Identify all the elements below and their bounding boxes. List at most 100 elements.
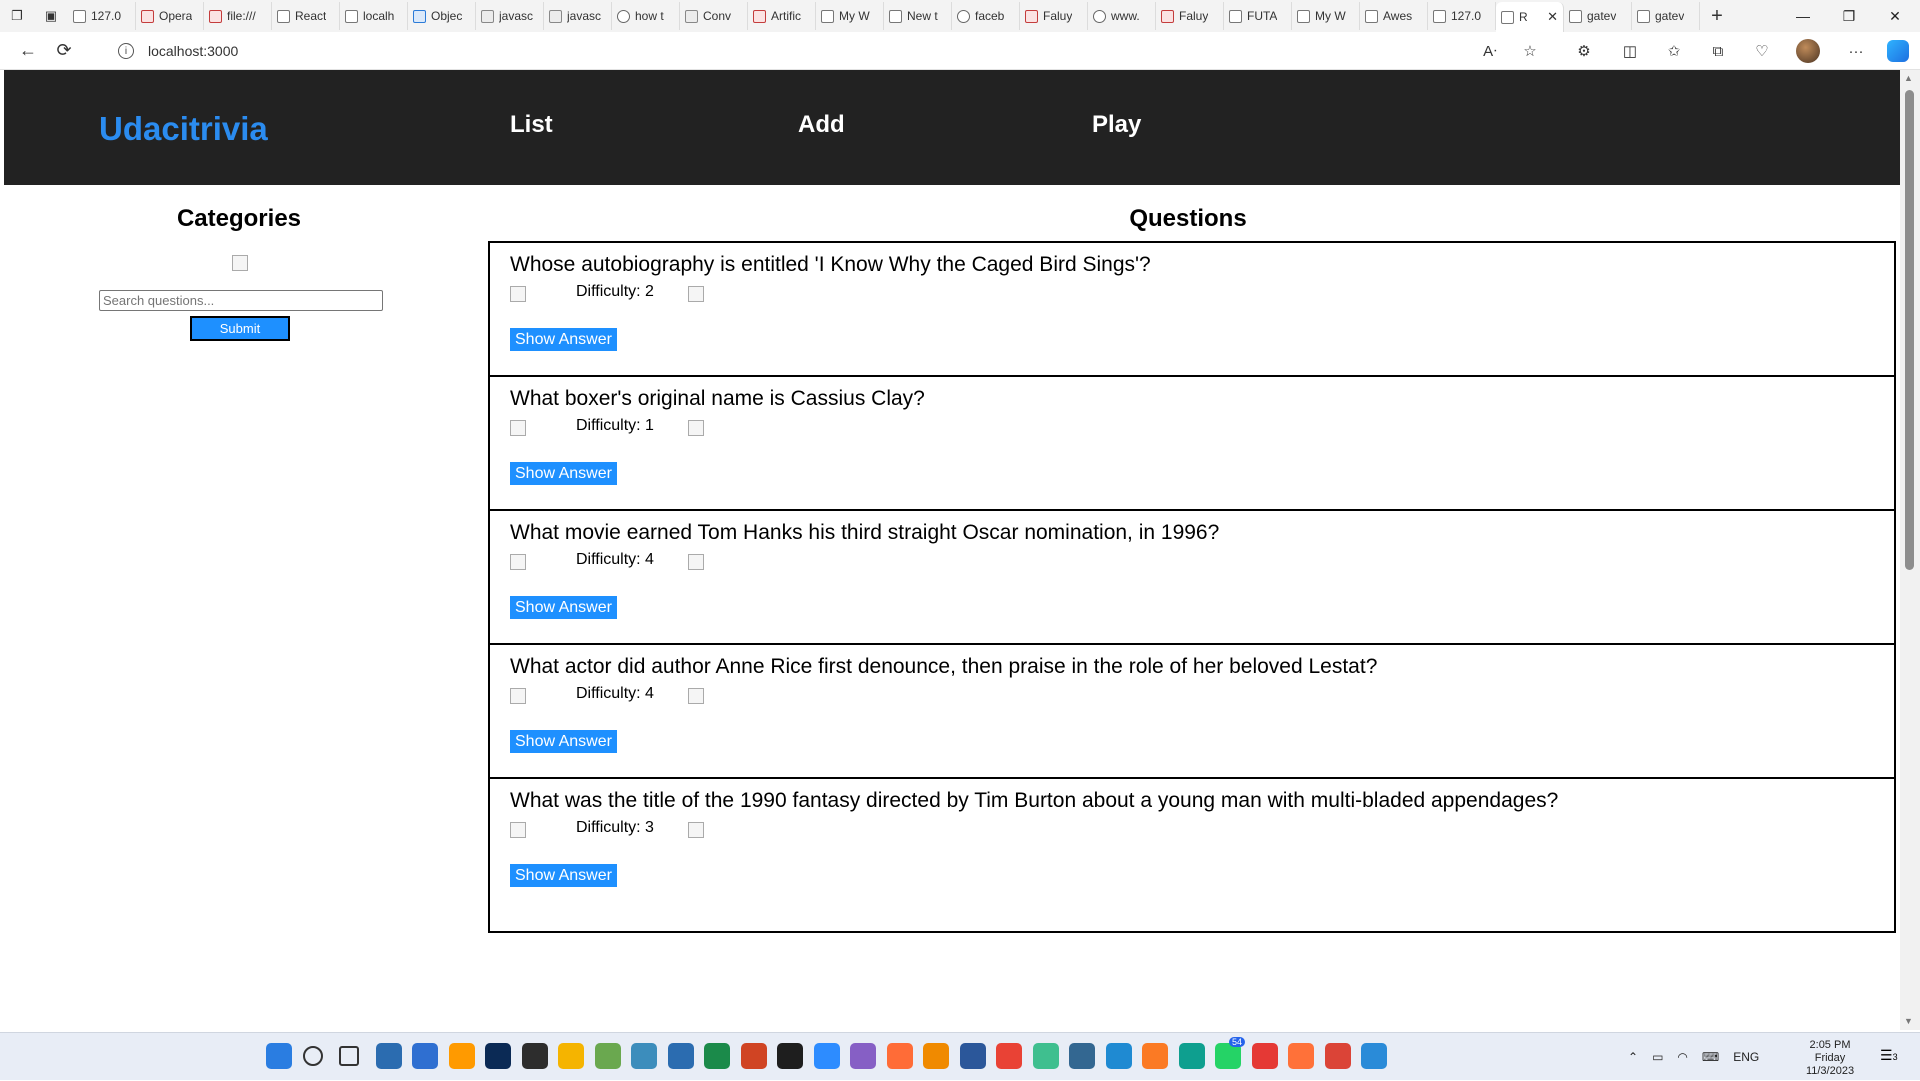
browser-tab[interactable]: New t [884, 2, 952, 30]
address-bar[interactable]: i localhost:3000 [104, 36, 1554, 66]
app-grid-icon[interactable] [1251, 1043, 1278, 1069]
scroll-down-arrow[interactable]: ▼ [1904, 1016, 1913, 1026]
new-tab-button[interactable]: + [1700, 0, 1734, 32]
browser-tab[interactable]: React [272, 2, 340, 30]
browser-tab[interactable]: My W [1292, 2, 1360, 30]
browser-tab[interactable]: javasc [544, 2, 612, 30]
scrollbar-thumb[interactable] [1905, 90, 1914, 570]
tab-actions-icon[interactable]: ▣ [34, 0, 68, 32]
illustrator-icon[interactable] [448, 1043, 475, 1069]
file-explorer-icon[interactable] [558, 1043, 584, 1069]
search-input[interactable] [99, 290, 383, 311]
language-indicator[interactable]: ENG [1733, 1050, 1759, 1064]
photos-icon[interactable] [1361, 1043, 1387, 1069]
notepad-plus-icon[interactable] [594, 1043, 621, 1069]
store-icon[interactable] [412, 1043, 438, 1069]
firefox-icon[interactable] [1288, 1043, 1314, 1069]
widgets-icon[interactable] [375, 1043, 402, 1069]
browser-tab[interactable]: www. [1088, 2, 1156, 30]
browser-tab[interactable]: localh [340, 2, 408, 30]
browser-tab-active[interactable]: R ✕ [1496, 2, 1564, 32]
site-info-icon[interactable]: i [118, 43, 134, 59]
nav-play-link[interactable]: Play [1092, 111, 1141, 139]
copilot-icon[interactable] [1882, 36, 1914, 66]
vscode-icon[interactable] [1105, 1043, 1132, 1069]
browser-tab[interactable]: how t [612, 2, 680, 30]
split-screen-icon[interactable]: ◫ [1614, 36, 1646, 66]
brand-logo[interactable]: Udacitrivia [99, 110, 268, 148]
extensions-icon[interactable]: ⚙ [1568, 36, 1600, 66]
browser-tab[interactable]: FUTA [1224, 2, 1292, 30]
whatsapp-icon[interactable]: 54 [1215, 1037, 1246, 1069]
show-hidden-icons-icon[interactable]: ⌃ [1628, 1050, 1638, 1064]
workspaces-icon[interactable]: ❐ [0, 0, 34, 32]
browser-tab[interactable]: 127.0 [68, 2, 136, 30]
browser-tab[interactable]: Awes [1360, 2, 1428, 30]
delete-image-icon[interactable] [688, 286, 704, 302]
browser-tab[interactable]: 127.0 [1428, 2, 1496, 30]
delete-image-icon[interactable] [688, 688, 704, 704]
submit-button[interactable]: Submit [190, 316, 290, 341]
nav-list-link[interactable]: List [510, 111, 553, 139]
keyboard-icon[interactable]: ⌨ [1702, 1050, 1719, 1064]
delete-image-icon[interactable] [688, 554, 704, 570]
favorite-star-icon[interactable]: ☆ [1514, 36, 1546, 66]
browser-essentials-icon[interactable]: ♡ [1746, 36, 1778, 66]
task-view-icon[interactable] [339, 1046, 359, 1066]
browser-tab[interactable]: Artific [748, 2, 816, 30]
delete-image-icon[interactable] [688, 822, 704, 838]
gitkraken-icon[interactable] [1032, 1043, 1059, 1069]
close-tab-icon[interactable]: ✕ [1547, 9, 1558, 25]
scroll-up-arrow[interactable]: ▲ [1904, 73, 1913, 83]
profile-avatar[interactable] [1792, 36, 1824, 66]
minimize-button[interactable]: — [1780, 0, 1826, 32]
app-icon[interactable] [631, 1043, 657, 1069]
media-player-icon[interactable] [521, 1043, 548, 1069]
browser-tab[interactable]: Opera [136, 2, 204, 30]
notification-center-icon[interactable]: ☰3 [1880, 1047, 1902, 1067]
show-answer-button[interactable]: Show Answer [510, 864, 617, 887]
page-scrollbar[interactable]: ▲ ▼ [1900, 70, 1920, 1030]
clock[interactable]: 2:05 PM Friday 11/3/2023 [1800, 1039, 1860, 1078]
browser-tab[interactable]: gatev [1564, 2, 1632, 30]
xampp-icon[interactable] [1142, 1043, 1168, 1069]
favorites-icon[interactable]: ✩ [1658, 36, 1690, 66]
chrome-profile-icon[interactable] [1324, 1043, 1351, 1069]
mongodb-icon[interactable] [704, 1043, 730, 1069]
word-icon[interactable] [959, 1043, 986, 1069]
powerpoint-icon[interactable] [740, 1043, 767, 1069]
vlc-icon[interactable] [923, 1043, 949, 1069]
search-icon[interactable] [302, 1046, 323, 1066]
refresh-button[interactable]: ⟳ [46, 35, 82, 67]
nav-add-link[interactable]: Add [798, 111, 845, 139]
show-answer-button[interactable]: Show Answer [510, 462, 617, 485]
postgres-icon[interactable] [1069, 1043, 1095, 1069]
browser-tab[interactable]: Faluy [1156, 2, 1224, 30]
restore-button[interactable]: ❐ [1826, 0, 1872, 32]
edge-icon[interactable] [1178, 1043, 1205, 1069]
browser-tab[interactable]: My W [816, 2, 884, 30]
photoshop-icon[interactable] [485, 1043, 511, 1069]
battery-icon[interactable]: ▭ [1652, 1050, 1663, 1064]
delete-image-icon[interactable] [688, 420, 704, 436]
close-window-button[interactable]: ✕ [1872, 0, 1918, 32]
notepad-icon[interactable] [667, 1043, 694, 1069]
browser-tab[interactable]: Faluy [1020, 2, 1088, 30]
show-answer-button[interactable]: Show Answer [510, 328, 617, 351]
zoom-icon[interactable] [813, 1043, 840, 1069]
back-button[interactable]: ← [10, 35, 46, 67]
browser-tab[interactable]: Conv [680, 2, 748, 30]
browser-tab[interactable]: Objec [408, 2, 476, 30]
show-answer-button[interactable]: Show Answer [510, 596, 617, 619]
browser-tab[interactable]: faceb [952, 2, 1020, 30]
collections-icon[interactable]: ⧉ [1702, 36, 1734, 66]
browser-tab[interactable]: file:/// [204, 2, 272, 30]
wifi-icon[interactable]: ◠ [1677, 1050, 1687, 1064]
browser-tab[interactable]: gatev [1632, 2, 1700, 30]
visual-studio-icon[interactable] [850, 1043, 876, 1069]
browser-tab[interactable]: javasc [476, 2, 544, 30]
chrome-icon[interactable] [996, 1043, 1022, 1069]
read-aloud-icon[interactable]: Aᐧ [1474, 36, 1506, 66]
more-options-icon[interactable]: ··· [1840, 36, 1872, 66]
figma-icon[interactable] [777, 1043, 803, 1069]
